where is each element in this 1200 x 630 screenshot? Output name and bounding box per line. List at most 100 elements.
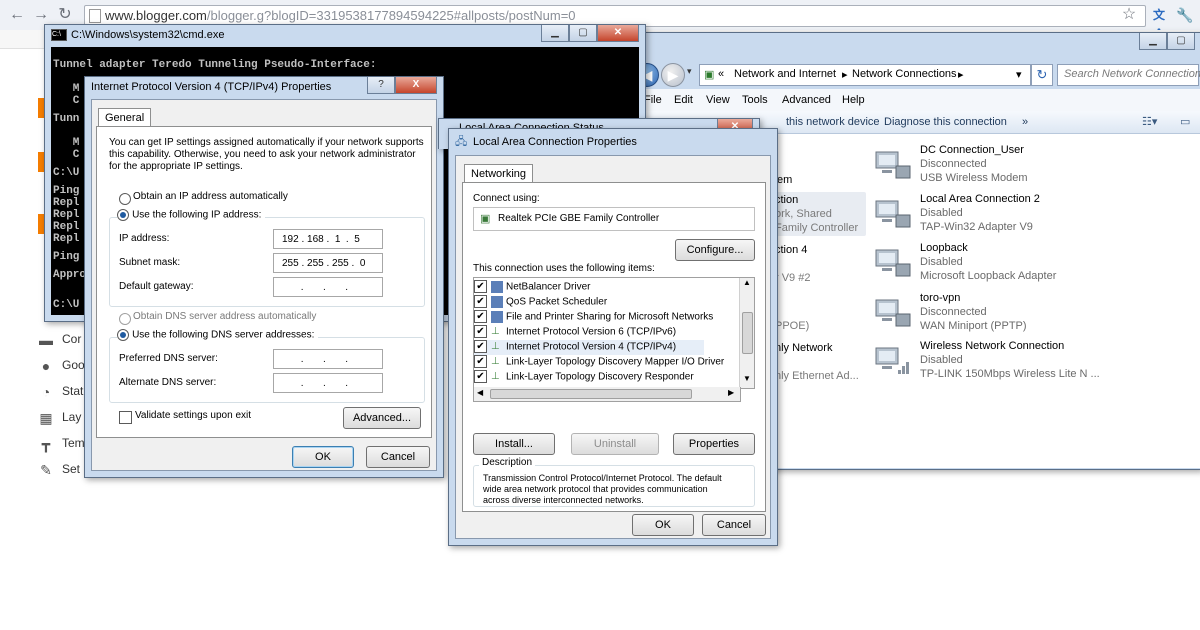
blogger-nav-stats[interactable]: ◔ Stat bbox=[38, 384, 84, 404]
command-diagnose[interactable]: Diagnose this connection bbox=[884, 116, 1007, 128]
people-icon: ● bbox=[41, 358, 51, 374]
preferred-dns-field[interactable]: . . . bbox=[273, 349, 383, 369]
lac-properties-title: Local Area Connection Properties bbox=[473, 136, 637, 148]
chevron-down-icon[interactable]: ▾ bbox=[1016, 68, 1022, 81]
subnet-mask-field[interactable]: 255 . 255 . 255 . 0 bbox=[273, 253, 383, 273]
search-input[interactable]: Search Network Connections bbox=[1057, 64, 1200, 86]
item-checkbox[interactable]: ✔ bbox=[474, 340, 487, 353]
menu-view[interactable]: View bbox=[706, 94, 730, 106]
wrench-menu-icon[interactable]: 🔧 bbox=[1176, 6, 1194, 24]
use-following-dns-radio[interactable] bbox=[117, 329, 129, 342]
configure-button[interactable]: Configure... bbox=[675, 239, 755, 261]
console-line: Repl bbox=[53, 233, 80, 245]
command-rename-device[interactable]: this network device bbox=[786, 116, 880, 128]
list-item[interactable]: ✔ QoS Packet Scheduler bbox=[474, 295, 607, 310]
item-checkbox[interactable]: ✔ bbox=[474, 325, 487, 338]
obtain-ip-auto-radio[interactable] bbox=[119, 193, 131, 205]
install-button[interactable]: Install... bbox=[473, 433, 555, 455]
menu-help[interactable]: Help bbox=[842, 94, 865, 106]
command-more[interactable]: » bbox=[1022, 116, 1028, 128]
blogger-nav-settings[interactable]: ✎ Set bbox=[38, 462, 80, 482]
scroll-left-icon[interactable]: ◀ bbox=[477, 388, 483, 397]
blogger-nav-label: Cor bbox=[62, 332, 82, 347]
breadcrumb[interactable]: ▣ « Network and Internet ▸ Network Conne… bbox=[699, 64, 1031, 86]
connection-fragment: em bbox=[777, 174, 793, 186]
forward-button-icon[interactable]: ▶ bbox=[661, 63, 685, 87]
items-label: This connection uses the following items… bbox=[473, 263, 655, 274]
tab-general[interactable]: General bbox=[98, 108, 152, 127]
properties-button[interactable]: Properties bbox=[673, 433, 755, 455]
connection-item[interactable]: DC Connection_User Disconnected USB Wire… bbox=[874, 144, 1174, 190]
connection-item[interactable]: toro-vpn Disconnected WAN Miniport (PPTP… bbox=[874, 292, 1174, 338]
list-item-selected[interactable]: ✔ ⊥ Internet Protocol Version 4 (TCP/IPv4) bbox=[474, 340, 704, 355]
breadcrumb-overflow[interactable]: « bbox=[718, 68, 724, 80]
close-button[interactable]: X bbox=[395, 77, 437, 94]
item-checkbox[interactable]: ✔ bbox=[474, 280, 487, 293]
item-checkbox[interactable]: ✔ bbox=[474, 355, 487, 368]
connection-item[interactable]: Wireless Network Connection Disabled TP-… bbox=[874, 340, 1174, 386]
refresh-icon[interactable]: ↻ bbox=[1031, 64, 1053, 86]
list-item[interactable]: ✔ NetBalancer Driver bbox=[474, 280, 590, 295]
console-line: C:\U bbox=[53, 167, 80, 179]
tab-networking[interactable]: Networking bbox=[464, 164, 534, 183]
validate-checkbox[interactable] bbox=[119, 411, 132, 424]
connection-item[interactable]: Local Area Connection 2 Disabled TAP-Win… bbox=[874, 193, 1174, 239]
ip-address-field[interactable]: 192 . 168 . 1 . 5 bbox=[273, 229, 383, 249]
menu-edit[interactable]: Edit bbox=[674, 94, 693, 106]
translate-icon[interactable]: 文A bbox=[1150, 6, 1168, 40]
uninstall-button[interactable]: Uninstall bbox=[571, 433, 659, 455]
breadcrumb-network-and-internet[interactable]: Network and Internet bbox=[734, 68, 836, 80]
minimize-button[interactable]: ▁ bbox=[541, 25, 569, 42]
menu-tools[interactable]: Tools bbox=[742, 94, 768, 106]
list-item[interactable]: ✔ ⊥ Internet Protocol Version 6 (TCP/IPv6) bbox=[474, 325, 676, 340]
items-list[interactable]: ✔ NetBalancer Driver ✔ QoS Packet Schedule… bbox=[473, 277, 755, 389]
list-item[interactable]: ✔ File and Printer Sharing for Microsoft … bbox=[474, 310, 713, 325]
horizontal-scrollbar[interactable]: ◀ ▶ bbox=[473, 387, 741, 402]
advanced-button[interactable]: Advanced... bbox=[343, 407, 421, 429]
item-checkbox[interactable]: ✔ bbox=[474, 370, 487, 383]
use-following-ip-radio[interactable] bbox=[117, 209, 129, 222]
url-path: /blogger.g?blogID=3319538177894594225#al… bbox=[206, 8, 576, 23]
close-button[interactable]: ✕ bbox=[597, 25, 639, 42]
connection-fragment: nly Ethernet Ad... bbox=[775, 370, 859, 382]
scroll-right-icon[interactable]: ▶ bbox=[728, 388, 734, 397]
scroll-up-icon[interactable]: ▲ bbox=[743, 278, 751, 287]
vertical-scrollbar[interactable]: ▲ ▼ bbox=[739, 278, 754, 388]
list-item[interactable]: ✔ ⊥ Link-Layer Topology Discovery Responde… bbox=[474, 370, 694, 385]
minimize-button[interactable]: ▁ bbox=[1139, 33, 1167, 50]
obtain-dns-auto-radio[interactable] bbox=[119, 313, 131, 325]
connection-name: DC Connection_User bbox=[920, 144, 1024, 156]
scroll-down-icon[interactable]: ▼ bbox=[743, 374, 751, 383]
cancel-button[interactable]: Cancel bbox=[366, 446, 430, 468]
item-checkbox[interactable]: ✔ bbox=[474, 295, 487, 308]
blogger-nav-template[interactable]: ┳ Tem bbox=[38, 436, 85, 456]
default-gateway-field[interactable]: . . . bbox=[273, 277, 383, 297]
list-item[interactable]: ✔ ⊥ Link-Layer Topology Discovery Mapper I… bbox=[474, 355, 724, 370]
help-button[interactable]: ? bbox=[367, 77, 395, 94]
console-line: C bbox=[53, 95, 80, 107]
ok-button[interactable]: OK bbox=[292, 446, 354, 468]
forward-arrow-icon[interactable]: → bbox=[32, 6, 50, 24]
breadcrumb-network-connections[interactable]: Network Connections bbox=[852, 68, 957, 80]
recent-pages-icon[interactable]: ▾ bbox=[687, 66, 697, 80]
alternate-dns-field[interactable]: . . . bbox=[273, 373, 383, 393]
connection-item[interactable]: Loopback Disabled Microsoft Loopback Ada… bbox=[874, 242, 1174, 288]
item-checkbox[interactable]: ✔ bbox=[474, 310, 487, 323]
view-options-icon[interactable]: ☷▾ bbox=[1142, 115, 1157, 128]
blogger-nav-layout[interactable]: ▦ Lay bbox=[38, 410, 81, 430]
menu-advanced[interactable]: Advanced bbox=[782, 94, 831, 106]
blogger-nav-googleplus[interactable]: ● Goo bbox=[38, 358, 85, 378]
maximize-button[interactable]: ▢ bbox=[569, 25, 597, 42]
description-text: wide area network protocol that provides… bbox=[483, 484, 708, 494]
cancel-button[interactable]: Cancel bbox=[702, 514, 766, 536]
scrollbar-thumb[interactable] bbox=[490, 389, 692, 399]
menu-file[interactable]: File bbox=[644, 94, 662, 106]
preview-pane-icon[interactable]: ▭ bbox=[1180, 115, 1190, 128]
reload-icon[interactable]: ↻ bbox=[56, 6, 74, 24]
blogger-nav-comments[interactable]: ▬ Cor bbox=[38, 332, 81, 352]
scrollbar-thumb[interactable] bbox=[742, 312, 753, 354]
ok-button[interactable]: OK bbox=[632, 514, 694, 536]
bookmark-star-icon[interactable]: ☆ bbox=[1120, 6, 1138, 24]
maximize-button[interactable]: ▢ bbox=[1167, 33, 1195, 50]
back-arrow-icon[interactable]: ← bbox=[8, 6, 26, 24]
